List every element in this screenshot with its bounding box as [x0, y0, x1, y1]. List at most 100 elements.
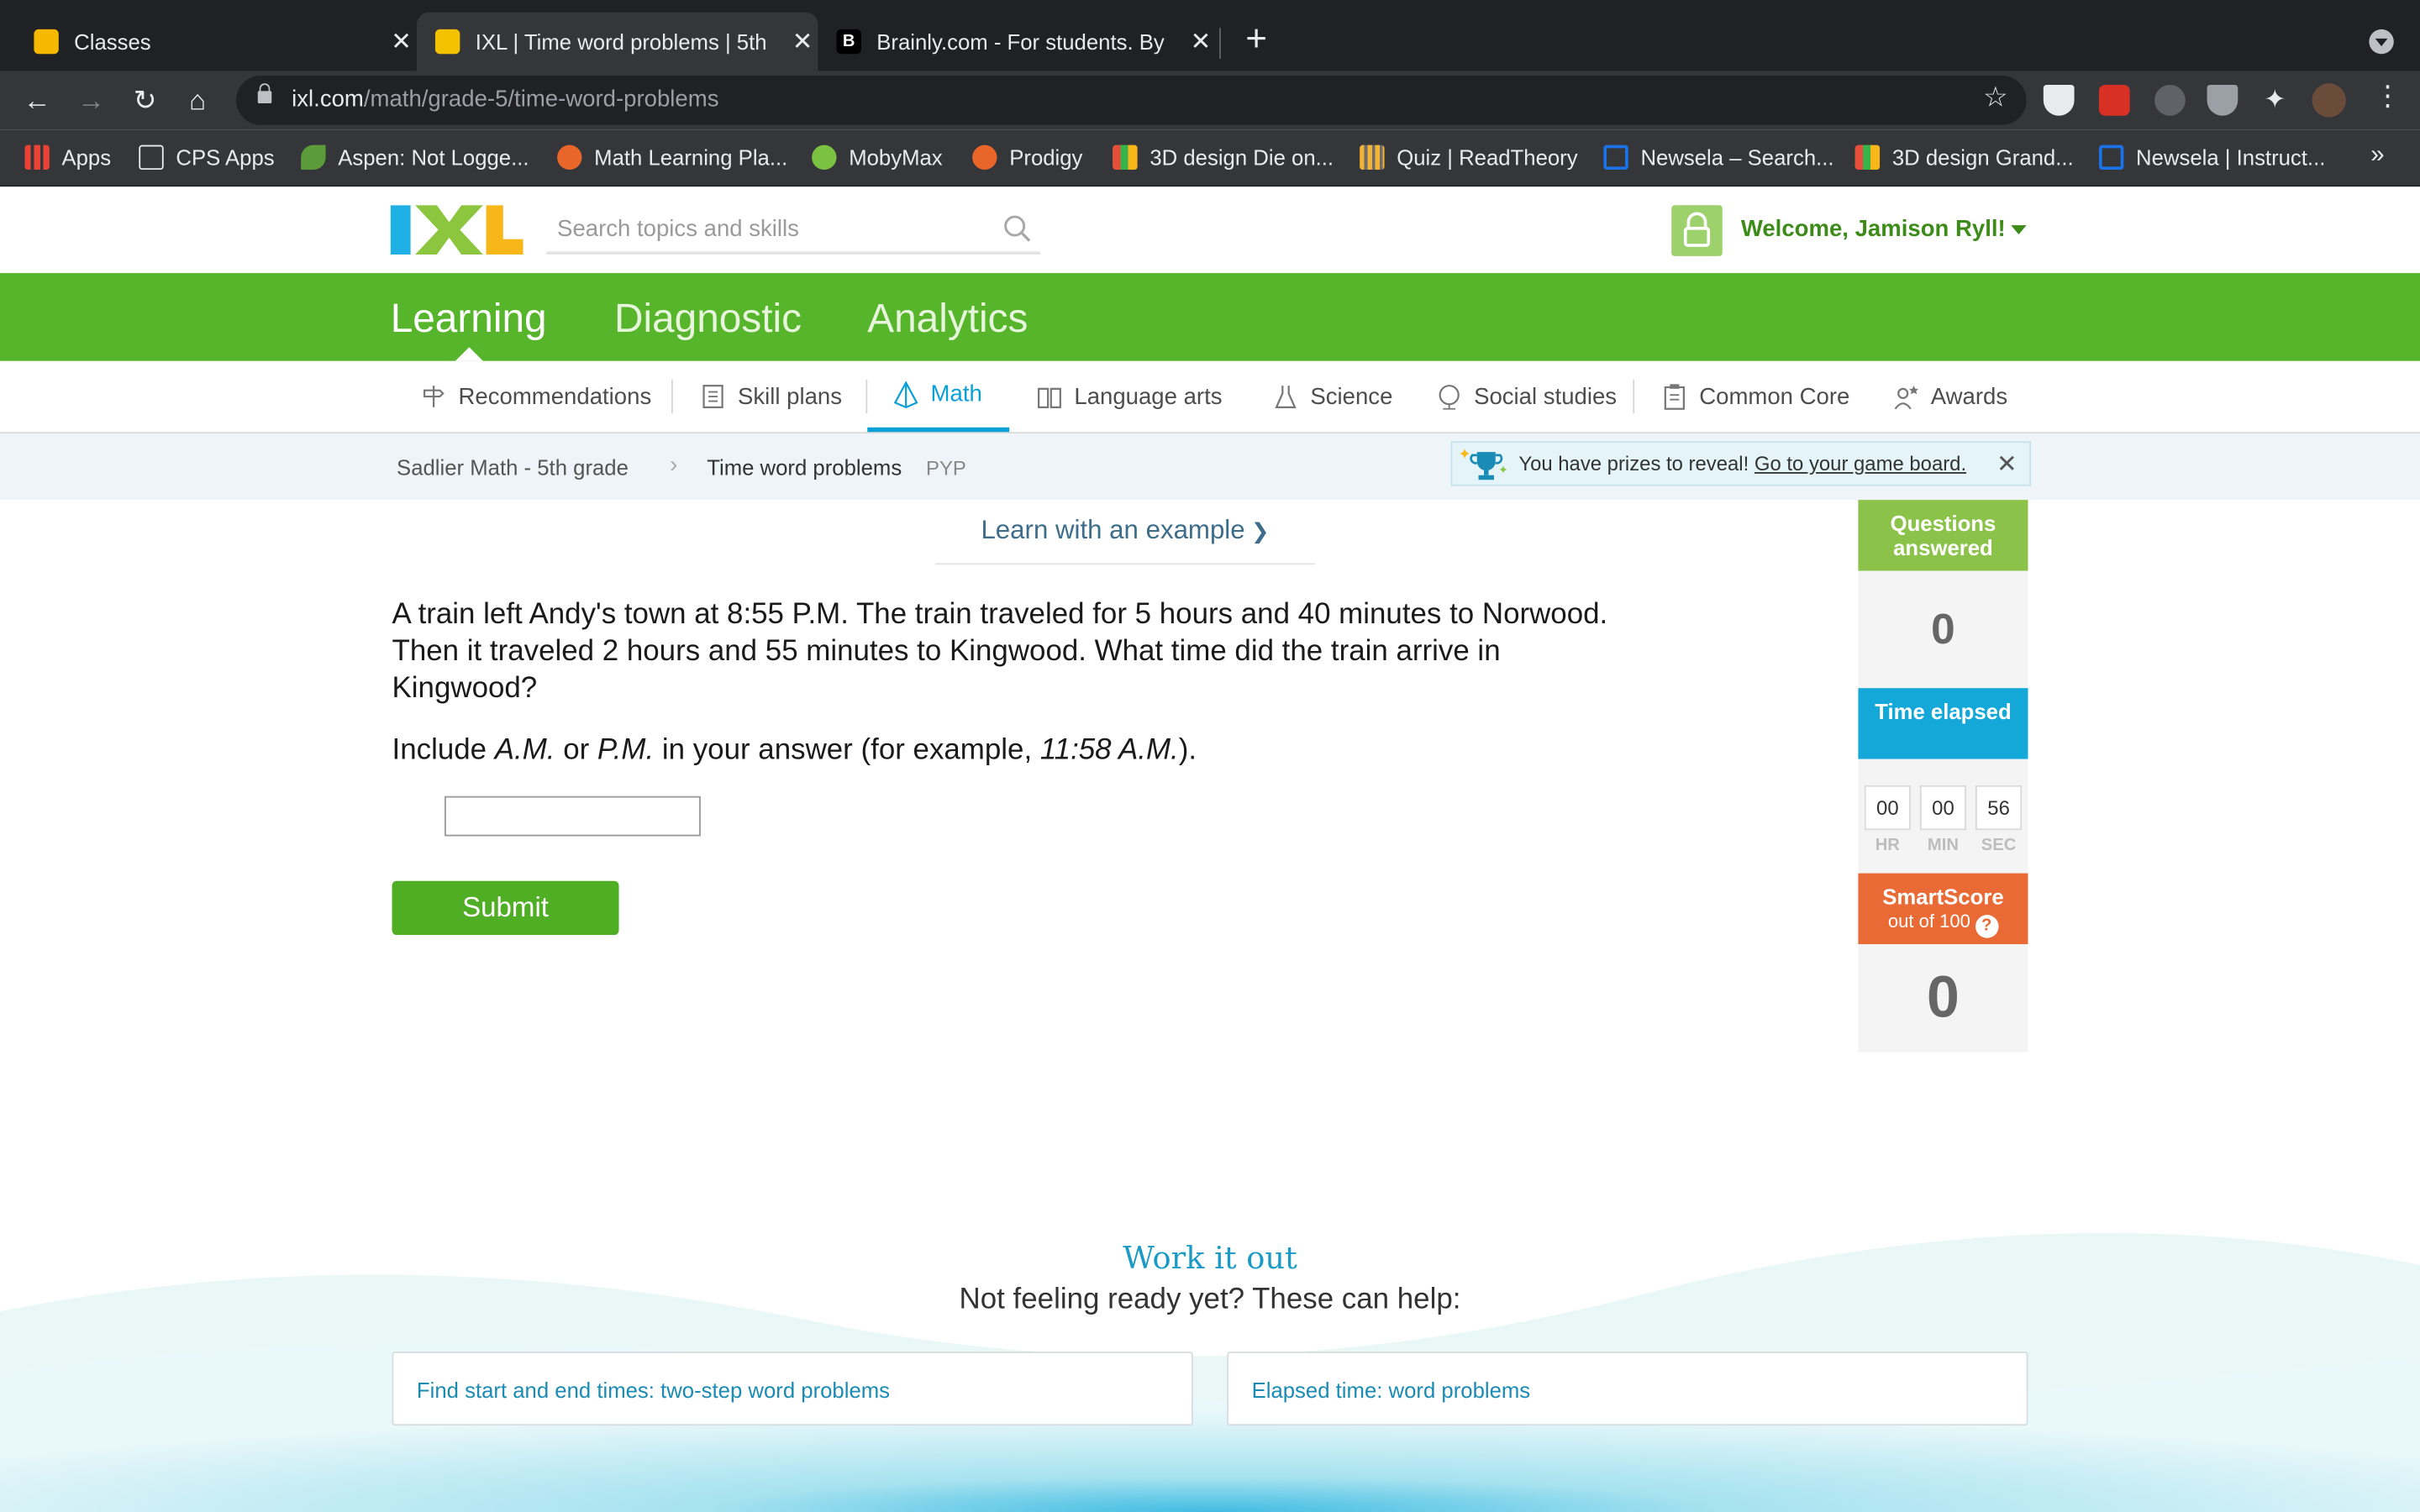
close-icon[interactable]: ✕ [1996, 449, 2018, 480]
clipboard-icon [1664, 384, 1685, 410]
skill-code: PYP [926, 456, 966, 480]
extension-icon[interactable] [2154, 85, 2186, 116]
chevron-down-icon[interactable] [2011, 225, 2027, 235]
bookmark-apps[interactable]: Apps [24, 144, 111, 171]
tab-language-arts[interactable]: Language arts [1035, 361, 1223, 432]
ixl-logo[interactable] [390, 205, 523, 255]
address-bar[interactable]: ixl.com/math/grade-5/time-word-problems … [236, 76, 2027, 125]
flask-icon [1275, 386, 1297, 408]
questions-answered-label: Questions answered [1858, 500, 2028, 571]
globe-icon [1439, 385, 1460, 410]
learn-with-example-toggle[interactable]: Learn with an example ❯ [935, 515, 1315, 565]
close-tab-icon[interactable]: ✕ [386, 26, 417, 57]
profile-avatar[interactable] [2312, 83, 2346, 118]
timer-minutes: 00 [1919, 785, 1966, 831]
tab-skill-plans[interactable]: Skill plans [699, 361, 842, 432]
tab-common-core[interactable]: Common Core [1660, 361, 1849, 432]
tab-search-icon[interactable] [2369, 29, 2394, 55]
timer-hours: 00 [1864, 785, 1911, 831]
answer-input[interactable] [444, 795, 701, 837]
close-tab-icon[interactable]: ✕ [787, 26, 818, 57]
brainly-favicon-icon: B [836, 29, 861, 55]
shield-outline-extension-icon[interactable] [2207, 85, 2238, 116]
bookmark-label: MobyMax [849, 144, 943, 171]
bookmark-cps-apps[interactable]: CPS Apps [139, 144, 275, 171]
breadcrumb-current: Time word problems [707, 454, 902, 480]
main-nav: Learning Diagnostic Analytics [0, 273, 2420, 361]
time-elapsed-timer: 00 00 56 HR MIN SEC [1858, 759, 2028, 874]
mobymax-icon [812, 144, 837, 171]
bookmark-mobymax[interactable]: MobyMax [812, 144, 943, 171]
red-extension-icon[interactable] [2098, 85, 2130, 116]
nav-divider [671, 379, 673, 414]
bookmark-label: 3D design Die on... [1150, 144, 1334, 171]
active-nav-pointer [455, 347, 483, 361]
seconds-label: SEC [1981, 836, 2017, 855]
apps-grid-icon [24, 144, 50, 171]
work-it-out-heading: Work it out [1123, 1238, 1297, 1276]
bookmark-star-icon[interactable]: ☆ [1983, 81, 2008, 114]
shield-extension-icon[interactable] [2043, 85, 2075, 116]
url-text: ixl.com/math/grade-5/time-word-problems [292, 86, 719, 113]
folder-icon [139, 144, 164, 171]
bookmark-newsela-search[interactable]: Newsela – Search... [1603, 144, 1834, 171]
bookmark-3d-design-grand[interactable]: 3D design Grand... [1854, 144, 2074, 171]
smartscore-sublabel: out of 100 [1887, 910, 1970, 932]
tab-divider [1219, 28, 1221, 59]
search-box[interactable]: Search topics and skills [546, 208, 1040, 255]
tab-recommendations[interactable]: Recommendations [420, 361, 652, 432]
tinkercad-icon [1854, 144, 1881, 171]
tab-title: Classes [74, 29, 151, 55]
tab-brainly[interactable]: B Brainly.com - For students. By ✕ [821, 13, 1216, 71]
reload-icon[interactable]: ↻ [125, 81, 166, 121]
puzzle-extensions-icon[interactable]: ✦ [2260, 85, 2291, 116]
search-icon[interactable] [1003, 214, 1031, 242]
tab-ixl[interactable]: IXL | Time word problems | 5th ✕ [416, 12, 818, 71]
tab-label: Math [930, 381, 982, 407]
tab-awards[interactable]: Awards [1892, 361, 2007, 432]
submit-button[interactable]: Submit [392, 880, 619, 936]
tab-science[interactable]: Science [1271, 361, 1392, 432]
tab-label: Recommendations [458, 383, 652, 410]
screen: Classes ✕ IXL | Time word problems | 5th… [0, 0, 2420, 1512]
bookmark-label: Newsela | Instruct... [2136, 144, 2326, 171]
nav-analytics[interactable]: Analytics [867, 295, 1028, 343]
nav-diagnostic[interactable]: Diagnostic [614, 295, 802, 343]
bookmark-math-learning[interactable]: Math Learning Pla... [557, 144, 787, 171]
search-input[interactable]: Search topics and skills [557, 216, 799, 242]
welcome-user-menu[interactable]: Welcome, Jamison Ryll! [1741, 216, 2006, 242]
more-bookmarks-icon[interactable]: » [2370, 142, 2384, 170]
signpost-icon [423, 386, 445, 407]
game-board-link[interactable]: Go to your game board. [1754, 452, 1966, 475]
tab-classes[interactable]: Classes ✕ [18, 13, 417, 71]
help-card-link[interactable]: Find start and end times: two-step word … [417, 1378, 890, 1402]
browser-menu-icon[interactable]: ⋮ [2374, 81, 2402, 113]
bookmark-readtheory[interactable]: Quiz | ReadTheory [1360, 144, 1578, 171]
bookmark-aspen[interactable]: Aspen: Not Logge... [301, 144, 529, 171]
breadcrumb-parent[interactable]: Sadlier Math - 5th grade [397, 455, 629, 480]
nav-divider [1633, 379, 1635, 414]
subject-nav: Recommendations Skill plans Math Languag… [0, 360, 2420, 434]
tab-social-studies[interactable]: Social studies [1435, 361, 1617, 432]
aspen-leaf-icon [301, 144, 326, 171]
help-card-elapsed-time[interactable]: Elapsed time: word problems [1227, 1351, 2028, 1426]
help-icon[interactable]: ? [1975, 915, 1998, 938]
help-card-link[interactable]: Elapsed time: word problems [1252, 1378, 1531, 1402]
back-icon[interactable]: ← [17, 81, 57, 121]
bookmark-prodigy[interactable]: Prodigy [972, 144, 1082, 171]
close-tab-icon[interactable]: ✕ [1186, 26, 1217, 57]
bookmark-newsela-instruct[interactable]: Newsela | Instruct... [2098, 144, 2326, 171]
bookmark-label: Aspen: Not Logge... [338, 144, 529, 171]
nav-learning[interactable]: Learning [391, 295, 547, 343]
help-card-start-end-times[interactable]: Find start and end times: two-step word … [392, 1351, 1193, 1426]
tab-math[interactable]: Math [867, 361, 1010, 433]
forward-icon[interactable]: → [71, 81, 111, 121]
new-tab-icon[interactable]: + [1239, 21, 1273, 62]
user-avatar-icon[interactable] [1671, 205, 1723, 256]
bookmark-label: CPS Apps [176, 144, 275, 171]
bookmark-3d-design-die[interactable]: 3D design Die on... [1113, 144, 1334, 171]
bookmarks-bar: Apps CPS Apps Aspen: Not Logge... Math L… [0, 129, 2420, 187]
help-subtitle: Not feeling ready yet? These can help: [959, 1284, 1461, 1316]
home-icon[interactable]: ⌂ [177, 81, 218, 121]
prodigy-p-icon [972, 144, 997, 171]
